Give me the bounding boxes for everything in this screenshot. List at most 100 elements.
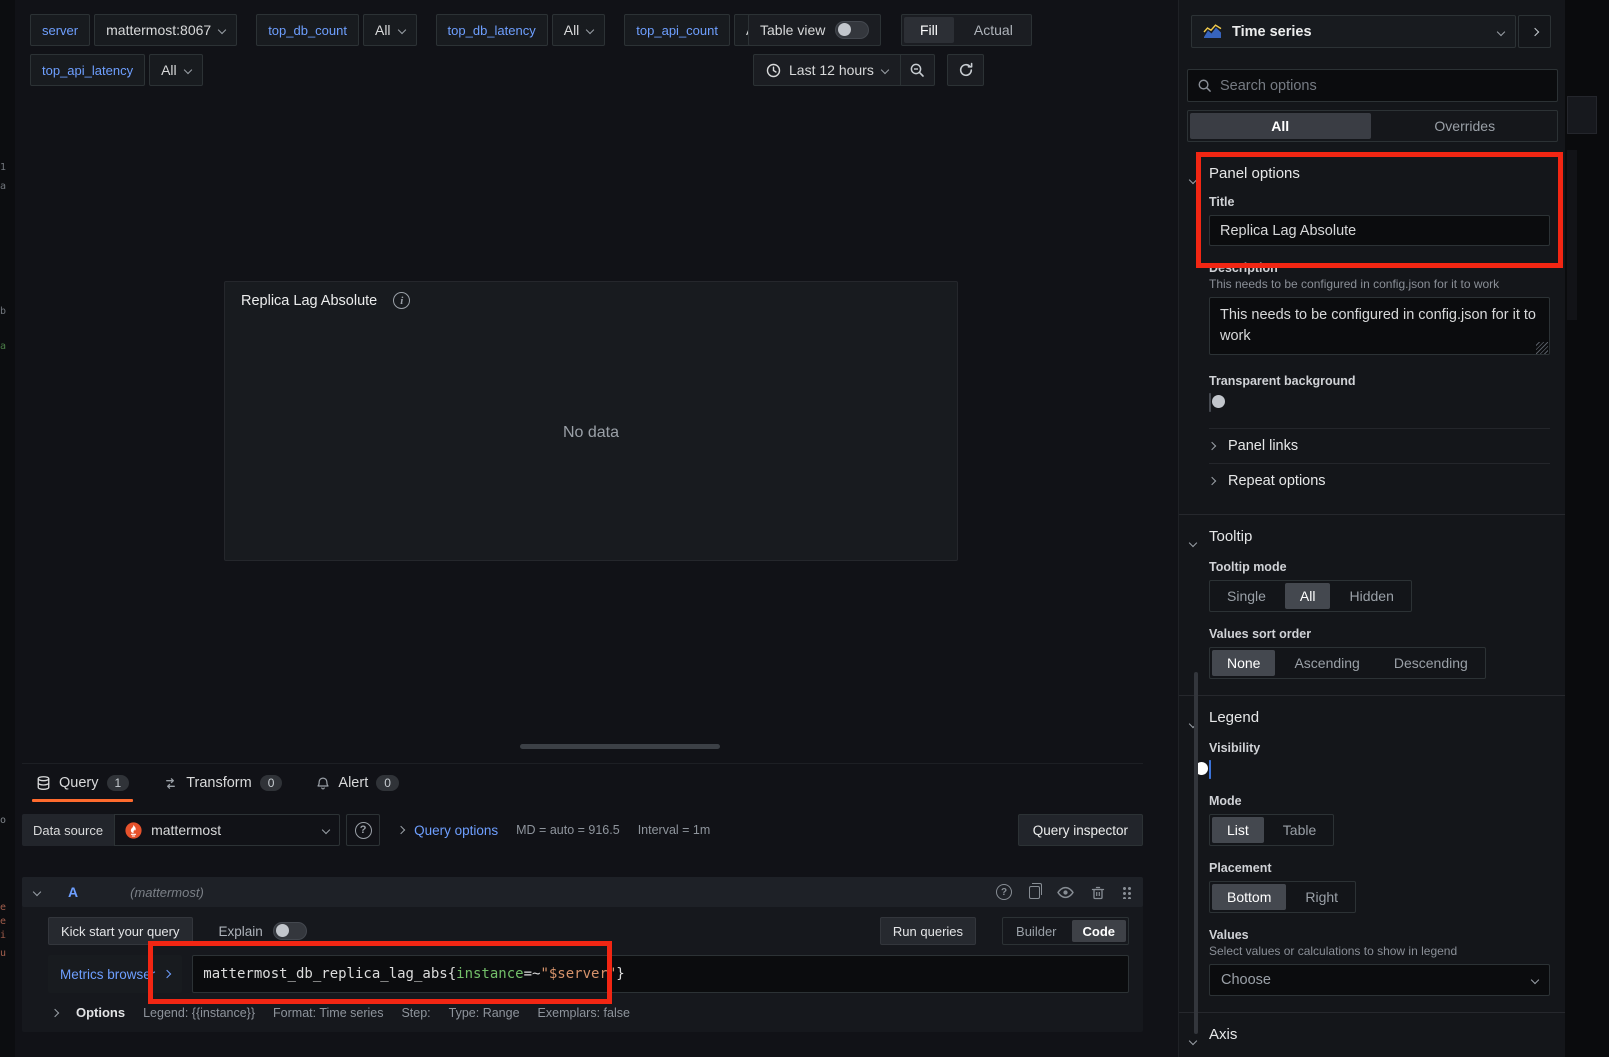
- brace-open: {: [448, 966, 456, 982]
- variable-value-server[interactable]: mattermost:8067: [94, 14, 237, 46]
- builder-option[interactable]: Builder: [1005, 920, 1067, 942]
- fill-option[interactable]: Fill: [904, 17, 954, 43]
- edge-glyph: i: [0, 930, 6, 941]
- query-ref-block: A (mattermost) ? Ki: [22, 877, 1143, 1032]
- variable-value-text: All: [375, 22, 391, 38]
- metrics-browser-button[interactable]: Metrics browser: [48, 955, 182, 993]
- legend-mode-label: Mode: [1209, 794, 1550, 808]
- variable-value[interactable]: All: [363, 14, 417, 46]
- tab-transform[interactable]: Transform 0: [163, 764, 282, 802]
- query-inspector-button[interactable]: Query inspector: [1018, 814, 1143, 846]
- explain-toggle[interactable]: [273, 922, 307, 940]
- visualization-row: Time series: [1191, 15, 1551, 48]
- eye-icon: [1057, 885, 1074, 900]
- legend-visibility-toggle[interactable]: [1209, 760, 1211, 779]
- datasource-label: Data source: [22, 814, 114, 846]
- axis-header[interactable]: Axis: [1209, 1026, 1550, 1043]
- title-field-label: Title: [1209, 195, 1550, 209]
- options-label[interactable]: Options: [76, 1005, 125, 1020]
- promql-expression-input[interactable]: mattermost_db_replica_lag_abs{instance=~…: [192, 955, 1129, 993]
- placement-bottom[interactable]: Bottom: [1212, 884, 1286, 910]
- transparent-bg-toggle[interactable]: [1209, 393, 1211, 412]
- duplicate-query-button[interactable]: [1029, 886, 1040, 899]
- panel-resize-handle[interactable]: [520, 744, 720, 749]
- panel-title-input[interactable]: [1209, 215, 1550, 246]
- toggle-visibility-button[interactable]: [1057, 885, 1074, 900]
- panel-options-sidebar: Time series All Overrides Panel options …: [1178, 0, 1565, 1057]
- code-option[interactable]: Code: [1072, 920, 1127, 942]
- search-options-input[interactable]: [1220, 78, 1548, 94]
- resize-grip-icon[interactable]: [1536, 342, 1548, 354]
- time-series-viz-icon: [1203, 24, 1222, 39]
- collapse-options-pane-button[interactable]: [1518, 15, 1551, 48]
- panel-description-textarea[interactable]: This needs to be configured in config.js…: [1209, 297, 1550, 355]
- actual-option[interactable]: Actual: [958, 17, 1029, 43]
- builder-code-switch: Builder Code: [1002, 917, 1129, 945]
- query-editor-section: Query 1 Transform 0 Alert 0 Data source: [22, 763, 1143, 1057]
- zoom-out-time-button[interactable]: [900, 55, 934, 85]
- query-row-actions: ?: [996, 884, 1131, 900]
- tooltip-header[interactable]: Tooltip: [1209, 528, 1550, 545]
- query-ref-header[interactable]: A (mattermost) ?: [22, 877, 1143, 907]
- legend-mode-list[interactable]: List: [1212, 817, 1264, 843]
- visualization-picker[interactable]: Time series: [1191, 15, 1516, 48]
- delete-query-button[interactable]: [1091, 885, 1105, 900]
- kick-start-query-button[interactable]: Kick start your query: [48, 917, 193, 945]
- legend-values-hint: Select values or calculations to show in…: [1209, 944, 1550, 958]
- section-panel-options: Panel options Title Description This nee…: [1179, 152, 1565, 514]
- sort-descending[interactable]: Descending: [1379, 650, 1483, 676]
- grafana-panel-editor: 1 a b a o e e i u server mattermost:8067…: [0, 0, 1609, 1057]
- run-queries-button[interactable]: Run queries: [880, 917, 976, 945]
- collapse-section-control[interactable]: [1190, 533, 1196, 551]
- query-help-button[interactable]: ?: [996, 884, 1012, 900]
- chevron-right-icon: [1208, 442, 1216, 450]
- legend-mode-table[interactable]: Table: [1268, 817, 1331, 843]
- panel-options-header[interactable]: Panel options: [1209, 165, 1550, 182]
- clock-icon: [766, 63, 781, 78]
- datasource-picker[interactable]: mattermost: [114, 814, 340, 846]
- datasource-help-button[interactable]: ?: [346, 814, 380, 846]
- tooltip-mode-hidden[interactable]: Hidden: [1334, 583, 1408, 609]
- chevron-down-icon: [322, 826, 330, 834]
- collapse-section-control[interactable]: [1190, 170, 1196, 188]
- description-field-label: Description: [1209, 261, 1550, 275]
- query-options-toggle[interactable]: Query options: [398, 823, 498, 838]
- panel-header[interactable]: Replica Lag Absolute i: [225, 282, 957, 319]
- legend-header[interactable]: Legend: [1209, 709, 1550, 726]
- chevron-down-icon: [397, 26, 405, 34]
- repeat-options-collapsible[interactable]: Repeat options: [1209, 464, 1550, 498]
- legend-mode-group: List Table: [1209, 814, 1334, 846]
- tab-count-badge: 0: [376, 775, 399, 791]
- search-icon: [1197, 78, 1212, 93]
- time-range-picker[interactable]: Last 12 hours: [754, 55, 900, 85]
- chevron-down-icon: [33, 888, 41, 896]
- section-legend: Legend Visibility Mode List Table Placem…: [1179, 695, 1565, 1012]
- panel-links-collapsible[interactable]: Panel links: [1209, 429, 1550, 463]
- tooltip-mode-single[interactable]: Single: [1212, 583, 1281, 609]
- query-options-label: Query options: [414, 823, 498, 838]
- visualization-name: Time series: [1232, 24, 1312, 40]
- prometheus-icon: [125, 822, 142, 839]
- legend-values-label: Values: [1209, 928, 1550, 942]
- help-icon: ?: [355, 822, 372, 839]
- query-expression-row: Metrics browser mattermost_db_replica_la…: [48, 955, 1143, 993]
- tab-all-options[interactable]: All: [1190, 113, 1371, 139]
- tab-overrides[interactable]: Overrides: [1375, 113, 1556, 139]
- legend-values-select[interactable]: Choose: [1209, 964, 1550, 996]
- legend-summary: Legend: {{instance}}: [143, 1006, 255, 1020]
- drag-handle[interactable]: [1122, 885, 1131, 899]
- placement-right[interactable]: Right: [1290, 884, 1353, 910]
- table-view-toggle[interactable]: [835, 21, 869, 39]
- tab-alert[interactable]: Alert 0: [316, 764, 399, 802]
- variable-value[interactable]: All: [552, 14, 606, 46]
- sort-none[interactable]: None: [1212, 650, 1275, 676]
- edge-glyph: a: [0, 341, 6, 352]
- variable-value[interactable]: All: [149, 54, 203, 86]
- tab-query[interactable]: Query 1: [36, 764, 129, 802]
- sort-ascending[interactable]: Ascending: [1279, 650, 1374, 676]
- sidebar-scrollbar[interactable]: [1194, 672, 1198, 1034]
- tooltip-mode-all[interactable]: All: [1285, 583, 1331, 609]
- refresh-button[interactable]: [947, 54, 984, 86]
- tab-label: Transform: [186, 775, 252, 791]
- section-title: Panel options: [1209, 165, 1300, 182]
